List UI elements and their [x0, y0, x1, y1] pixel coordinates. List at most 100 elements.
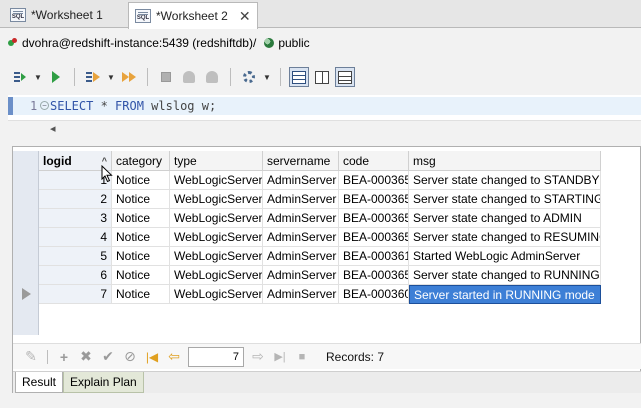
column-header-servername[interactable]: servername: [263, 151, 339, 171]
explain-plan-button[interactable]: [83, 67, 103, 87]
cell-servername[interactable]: AdminServer: [263, 209, 339, 228]
editor-horizontal-scrollbar[interactable]: ◂: [8, 120, 641, 136]
column-header-code[interactable]: code: [339, 151, 409, 171]
cell-logid[interactable]: 5: [39, 247, 112, 266]
cell-msg[interactable]: Server state changed to STANDBY: [409, 171, 601, 190]
execute-statement-button[interactable]: [10, 67, 30, 87]
cell-type[interactable]: WebLogicServer: [170, 171, 263, 190]
explain-lines-icon: [86, 72, 92, 82]
cell-code[interactable]: BEA-000365: [339, 171, 409, 190]
column-header-label: category: [116, 154, 163, 168]
cell-servername[interactable]: AdminServer: [263, 285, 339, 304]
connection-icon: [8, 38, 18, 48]
delete-row-icon[interactable]: ✖: [78, 348, 94, 365]
chevron-down-icon: ▼: [107, 72, 115, 82]
editor-current-line[interactable]: 1 − SELECT * FROM wlslog w;: [8, 97, 641, 115]
commit-button[interactable]: [179, 67, 199, 87]
tab-result[interactable]: Result: [15, 372, 64, 393]
close-tab-icon[interactable]: ✕: [239, 8, 251, 25]
cell-logid[interactable]: 2: [39, 190, 112, 209]
sql-keyword-from: FROM: [115, 99, 144, 113]
fold-icon[interactable]: −: [40, 101, 49, 110]
table-row[interactable]: 6 Notice WebLogicServer AdminServer BEA-0003…: [39, 266, 601, 285]
layout-vertical-button[interactable]: [312, 67, 332, 87]
cell-type[interactable]: WebLogicServer: [170, 228, 263, 247]
transaction-dropdown-button[interactable]: ▼: [262, 67, 272, 87]
cell-code[interactable]: BEA-000365: [339, 266, 409, 285]
execute-script-button[interactable]: [46, 67, 66, 87]
cell-msg[interactable]: Server state changed to STARTING: [409, 190, 601, 209]
scroll-left-icon[interactable]: ◂: [50, 122, 56, 135]
cell-category[interactable]: Notice: [112, 228, 170, 247]
rollback-icon: [206, 71, 218, 83]
explain-dropdown-button[interactable]: ▼: [106, 67, 116, 87]
sql-code[interactable]: SELECT * FROM wlslog w;: [50, 99, 216, 113]
cell-logid[interactable]: 3: [39, 209, 112, 228]
cell-category[interactable]: Notice: [112, 285, 170, 304]
cell-type[interactable]: WebLogicServer: [170, 209, 263, 228]
cell-category[interactable]: Notice: [112, 171, 170, 190]
execute-lines-icon: [14, 72, 20, 82]
cell-category[interactable]: Notice: [112, 190, 170, 209]
cell-code[interactable]: BEA-000365: [339, 190, 409, 209]
execute-dropdown-button[interactable]: ▼: [33, 67, 43, 87]
cell-code[interactable]: BEA-000365: [339, 228, 409, 247]
layout-results-icon: [338, 70, 352, 84]
table-row[interactable]: 3 Notice WebLogicServer AdminServer BEA-0003…: [39, 209, 601, 228]
table-row[interactable]: 5 Notice WebLogicServer AdminServer BEA-0003…: [39, 247, 601, 266]
gear-icon: [243, 71, 255, 83]
cancel-changes-icon[interactable]: ⊘: [122, 348, 138, 365]
table-row[interactable]: 1 Notice WebLogicServer AdminServer BEA-0003…: [39, 171, 601, 190]
column-header-msg[interactable]: msg: [409, 151, 601, 171]
connection-label[interactable]: dvohra@redshift-instance:5439 (redshiftd…: [22, 36, 256, 50]
cell-servername[interactable]: AdminServer: [263, 266, 339, 285]
stop-button[interactable]: [156, 67, 176, 87]
cell-servername[interactable]: AdminServer: [263, 171, 339, 190]
table-row[interactable]: 4 Notice WebLogicServer AdminServer BEA-0003…: [39, 228, 601, 247]
next-page-icon[interactable]: ⇨: [250, 348, 266, 365]
cell-logid[interactable]: 4: [39, 228, 112, 247]
layout-results-button[interactable]: [335, 67, 355, 87]
step-button[interactable]: [119, 67, 139, 87]
tab-worksheet-1[interactable]: SQL *Worksheet 1: [4, 2, 109, 28]
schema-label[interactable]: public: [278, 36, 309, 50]
cell-msg[interactable]: Server started in RUNNING mode: [409, 285, 601, 304]
table-row[interactable]: 7 Notice WebLogicServer AdminServer BEA-0003…: [39, 285, 601, 304]
cell-type[interactable]: WebLogicServer: [170, 266, 263, 285]
tab-explain-plan[interactable]: Explain Plan: [63, 372, 144, 393]
tab-worksheet-2[interactable]: SQL *Worksheet 2 ✕: [128, 2, 258, 29]
cell-code[interactable]: BEA-000360: [339, 285, 409, 304]
layout-horizontal-button[interactable]: [289, 67, 309, 87]
cell-msg[interactable]: Started WebLogic AdminServer: [409, 247, 601, 266]
column-header-category[interactable]: category: [112, 151, 170, 171]
stop-fetch-icon[interactable]: ■: [294, 349, 310, 365]
cell-type[interactable]: WebLogicServer: [170, 285, 263, 304]
cell-msg[interactable]: Server state changed to RUNNING: [409, 266, 601, 285]
cell-servername[interactable]: AdminServer: [263, 228, 339, 247]
last-page-icon[interactable]: ▶|: [272, 349, 288, 365]
page-number-input[interactable]: [188, 346, 244, 367]
add-row-icon[interactable]: +: [56, 349, 72, 365]
transaction-mode-button[interactable]: [239, 67, 259, 87]
previous-page-icon[interactable]: ⇦: [166, 348, 182, 365]
connection-bar: dvohra@redshift-instance:5439 (redshiftd…: [0, 32, 641, 54]
cell-code[interactable]: BEA-000361: [339, 247, 409, 266]
cell-servername[interactable]: AdminServer: [263, 190, 339, 209]
cell-msg[interactable]: Server state changed to ADMIN: [409, 209, 601, 228]
cell-code[interactable]: BEA-000365: [339, 209, 409, 228]
cell-logid[interactable]: 6: [39, 266, 112, 285]
rollback-button[interactable]: [202, 67, 222, 87]
edit-pencil-icon[interactable]: ✎: [23, 348, 39, 365]
cell-type[interactable]: WebLogicServer: [170, 190, 263, 209]
cell-category[interactable]: Notice: [112, 247, 170, 266]
cell-category[interactable]: Notice: [112, 266, 170, 285]
cell-msg[interactable]: Server state changed to RESUMING: [409, 228, 601, 247]
first-page-icon[interactable]: |◀: [144, 349, 160, 365]
cell-type[interactable]: WebLogicServer: [170, 247, 263, 266]
cell-logid[interactable]: 7: [39, 285, 112, 304]
table-row[interactable]: 2 Notice WebLogicServer AdminServer BEA-0003…: [39, 190, 601, 209]
cell-servername[interactable]: AdminServer: [263, 247, 339, 266]
cell-category[interactable]: Notice: [112, 209, 170, 228]
column-header-type[interactable]: type: [170, 151, 263, 171]
apply-changes-icon[interactable]: ✔: [100, 348, 116, 365]
